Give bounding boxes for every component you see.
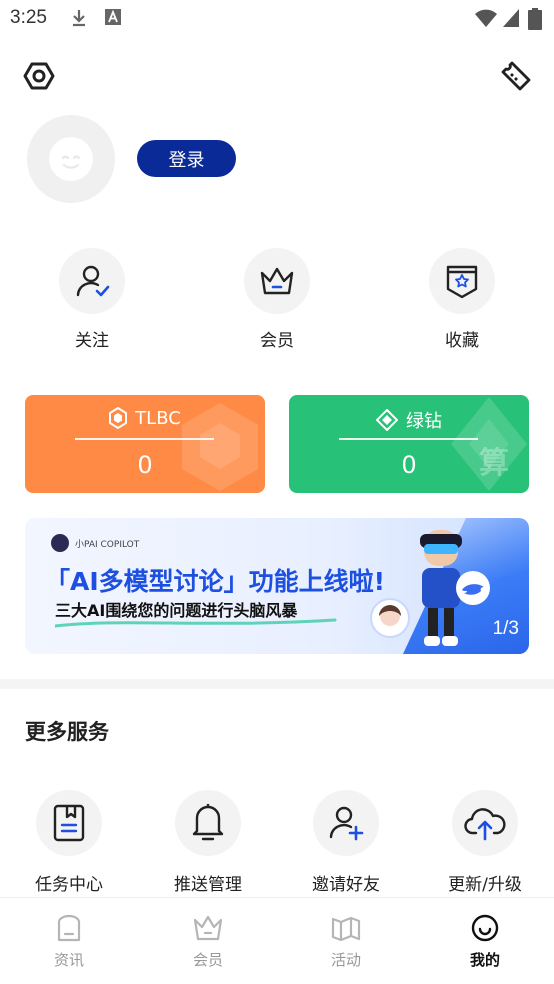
tlbc-title: TLBC bbox=[135, 407, 181, 429]
status-bar: 3:25 bbox=[0, 0, 554, 38]
quick-member-label: 会员 bbox=[260, 331, 294, 351]
tab-member[interactable]: 会员 bbox=[158, 912, 258, 970]
banner-pager: 1/3 bbox=[492, 618, 519, 639]
quick-member[interactable]: 会员 bbox=[217, 248, 337, 351]
quick-favorites-label: 收藏 bbox=[445, 331, 479, 351]
tab-news[interactable]: 资讯 bbox=[19, 912, 119, 970]
smile-icon bbox=[471, 914, 499, 942]
more-services-title: 更多服务 bbox=[25, 720, 109, 744]
tlbc-card[interactable]: TLBC 0 bbox=[25, 395, 265, 493]
tab-activity[interactable]: 活动 bbox=[296, 912, 396, 970]
tlbc-header: TLBC bbox=[25, 407, 265, 429]
quick-follow-label: 关注 bbox=[75, 331, 109, 351]
bell-icon-circle bbox=[175, 790, 241, 856]
favorite-star-icon bbox=[446, 265, 478, 299]
tab-mine-label: 我的 bbox=[469, 951, 500, 969]
cloud-upload-icon bbox=[464, 808, 506, 841]
tab-news-label: 资讯 bbox=[53, 951, 84, 969]
service-task-center[interactable]: 任务中心 bbox=[4, 790, 134, 895]
crown-icon bbox=[260, 267, 294, 295]
user-check-icon bbox=[76, 265, 110, 297]
crown-icon bbox=[193, 915, 223, 941]
scan-button[interactable] bbox=[496, 56, 536, 96]
green-divider bbox=[339, 438, 478, 440]
ticket-scan-icon bbox=[501, 61, 531, 91]
service-invite-friends[interactable]: 邀请好友 bbox=[281, 790, 411, 895]
assistant-avatar-icon bbox=[370, 598, 410, 638]
hexagon-settings-icon bbox=[23, 62, 55, 90]
promo-banner[interactable]: 小PAI COPILOT 「AI多模型讨论」功能上线啦! 三大AI围绕您的问题进… bbox=[25, 518, 529, 654]
avatar-placeholder-icon bbox=[49, 137, 93, 181]
section-divider bbox=[0, 679, 554, 689]
tab-activity-label: 活动 bbox=[330, 951, 361, 969]
service-update-upgrade[interactable]: 更新/升级 bbox=[420, 790, 550, 895]
tlbc-hexagon-icon bbox=[109, 407, 128, 429]
task-icon-circle bbox=[36, 790, 102, 856]
service-update-upgrade-label: 更新/升级 bbox=[448, 875, 522, 895]
signal-icon bbox=[503, 9, 519, 27]
brand-logo-icon bbox=[51, 534, 69, 552]
status-time: 3:25 bbox=[10, 7, 47, 28]
add-user-icon bbox=[329, 806, 364, 841]
news-icon bbox=[57, 914, 81, 942]
update-icon-circle bbox=[452, 790, 518, 856]
quick-follow[interactable]: 关注 bbox=[32, 248, 152, 351]
bell-icon bbox=[192, 804, 224, 841]
green-value: 0 bbox=[401, 451, 417, 479]
green-diamond-icon bbox=[376, 409, 398, 431]
follow-icon-circle bbox=[59, 248, 125, 314]
service-invite-friends-label: 邀请好友 bbox=[312, 875, 380, 895]
tlbc-divider bbox=[75, 438, 214, 440]
green-title: 绿钻 bbox=[406, 411, 442, 432]
task-book-icon bbox=[53, 804, 85, 842]
battery-icon bbox=[528, 8, 542, 30]
tlbc-value: 0 bbox=[137, 451, 153, 479]
font-app-icon bbox=[105, 9, 121, 25]
service-push-management[interactable]: 推送管理 bbox=[143, 790, 273, 895]
map-icon bbox=[331, 916, 361, 942]
green-header: 绿钻 bbox=[289, 407, 529, 433]
bottom-tab-bar: 资讯 会员 活动 我的 bbox=[0, 897, 554, 984]
invite-icon-circle bbox=[313, 790, 379, 856]
favorites-icon-circle bbox=[429, 248, 495, 314]
wifi-icon bbox=[475, 9, 497, 27]
whale-logo-icon bbox=[456, 571, 490, 605]
banner-swoosh-decoration bbox=[55, 618, 337, 628]
banner-brand: 小PAI COPILOT bbox=[51, 534, 139, 552]
tab-member-label: 会员 bbox=[192, 951, 223, 969]
banner-brand-text: 小PAI COPILOT bbox=[75, 539, 140, 550]
login-button[interactable]: 登录 bbox=[137, 140, 236, 177]
quick-favorites[interactable]: 收藏 bbox=[402, 248, 522, 351]
service-task-center-label: 任务中心 bbox=[35, 875, 103, 895]
green-diamond-card[interactable]: 算 绿钻 0 bbox=[289, 395, 529, 493]
service-push-management-label: 推送管理 bbox=[174, 875, 242, 895]
member-icon-circle bbox=[244, 248, 310, 314]
settings-button[interactable] bbox=[19, 56, 59, 96]
avatar[interactable] bbox=[27, 115, 115, 203]
tab-mine[interactable]: 我的 bbox=[435, 912, 535, 970]
download-icon bbox=[73, 10, 85, 27]
banner-headline: 「AI多模型讨论」功能上线啦! bbox=[45, 567, 386, 596]
